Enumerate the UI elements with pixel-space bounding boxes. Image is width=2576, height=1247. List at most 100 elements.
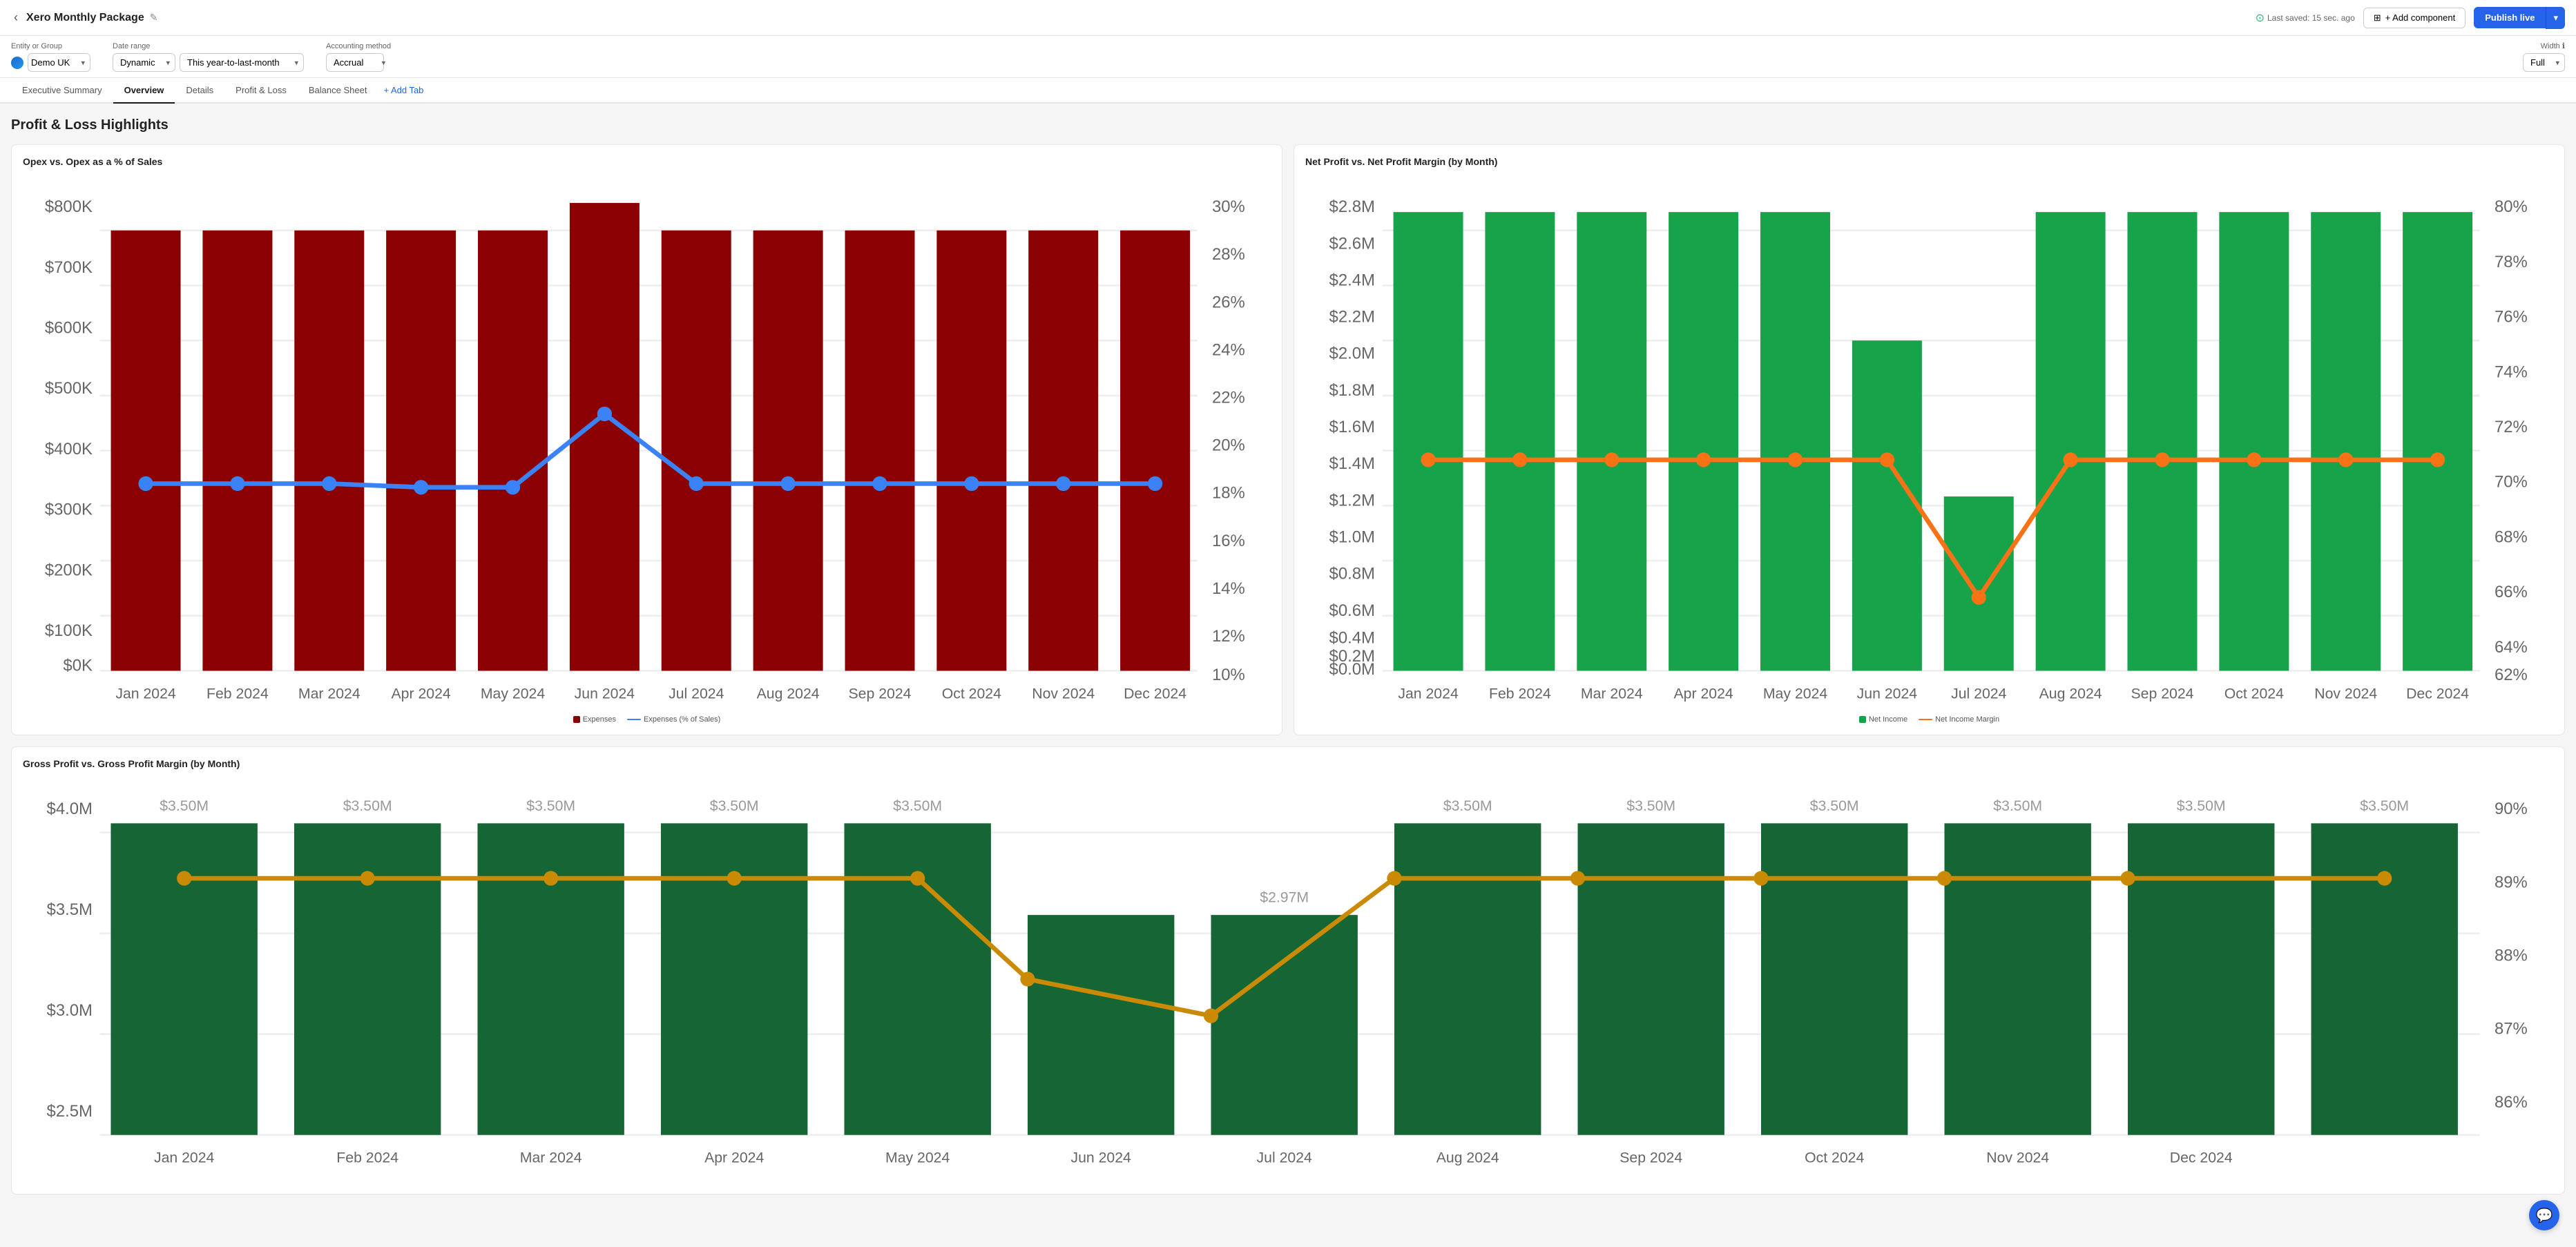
svg-text:86%: 86%	[2495, 1093, 2528, 1112]
legend-net-income: Net Income	[1859, 715, 1907, 724]
svg-text:Feb 2024: Feb 2024	[206, 685, 269, 702]
svg-text:$500K: $500K	[45, 379, 93, 398]
date-mode-wrapper: Dynamic	[113, 53, 175, 72]
svg-text:Apr 2024: Apr 2024	[392, 685, 451, 702]
date-range-filter-group: Date range Dynamic This year-to-last-mon…	[113, 42, 304, 72]
date-range-select[interactable]: This year-to-last-month	[180, 53, 304, 72]
svg-text:18%: 18%	[1212, 484, 1245, 503]
add-component-button[interactable]: ⊞ + Add component	[2363, 8, 2466, 28]
svg-text:78%: 78%	[2495, 253, 2528, 271]
app-title: Xero Monthly Package	[26, 12, 144, 24]
tabs-bar: Executive Summary Overview Details Profi…	[0, 78, 2576, 104]
svg-text:Apr 2024: Apr 2024	[704, 1149, 764, 1166]
svg-text:12%: 12%	[1212, 627, 1245, 646]
svg-text:$600K: $600K	[45, 319, 93, 338]
svg-text:$800K: $800K	[45, 197, 93, 216]
chart-opex-area: $800K $700K $600K $500K $400K $300K $200…	[23, 175, 1271, 710]
svg-text:30%: 30%	[1212, 197, 1245, 216]
legend-expenses: Expenses	[573, 715, 616, 724]
entity-label: Entity or Group	[11, 42, 90, 50]
last-saved: ⊙ Last saved: 15 sec. ago	[2256, 11, 2355, 25]
top-bar-left: ‹ Xero Monthly Package ✎	[11, 8, 157, 28]
width-label: Width ℹ	[2541, 41, 2565, 50]
chart-net-profit-title: Net Profit vs. Net Profit Margin (by Mon…	[1305, 156, 2553, 167]
svg-text:Aug 2024: Aug 2024	[1436, 1149, 1499, 1166]
svg-text:26%: 26%	[1212, 293, 1245, 311]
svg-text:$2.97M: $2.97M	[1260, 889, 1309, 905]
svg-text:Jul 2024: Jul 2024	[1951, 685, 2007, 702]
svg-text:28%: 28%	[1212, 245, 1245, 264]
accounting-select[interactable]: Accrual	[326, 53, 384, 72]
chart-net-profit-area: $2.8M $2.6M $2.4M $2.2M $2.0M $1.8M $1.6…	[1305, 175, 2553, 710]
svg-text:$0.0M: $0.0M	[1329, 660, 1375, 679]
svg-text:$3.0M: $3.0M	[47, 1001, 93, 1020]
tab-profit-loss[interactable]: Profit & Loss	[224, 78, 298, 104]
plus-icon: ⊞	[2374, 12, 2381, 23]
svg-text:May 2024: May 2024	[885, 1149, 950, 1166]
svg-text:$3.50M: $3.50M	[710, 797, 759, 813]
chart-opex-svg: $800K $700K $600K $500K $400K $300K $200…	[23, 175, 1271, 708]
svg-text:10%: 10%	[1212, 666, 1245, 684]
svg-text:$2.8M: $2.8M	[1329, 197, 1375, 216]
svg-text:Dec 2024: Dec 2024	[1124, 685, 1186, 702]
svg-text:$3.50M: $3.50M	[1993, 797, 2042, 813]
svg-text:Mar 2024: Mar 2024	[520, 1149, 582, 1166]
svg-text:Jun 2024: Jun 2024	[1070, 1149, 1131, 1166]
date-range-label: Date range	[113, 42, 304, 50]
section-title: Profit & Loss Highlights	[11, 117, 2565, 133]
back-button[interactable]: ‹	[11, 8, 21, 28]
svg-text:$100K: $100K	[45, 621, 93, 640]
svg-text:68%: 68%	[2495, 528, 2528, 546]
svg-text:14%: 14%	[1212, 579, 1245, 598]
publish-live-button[interactable]: Publish live	[2474, 7, 2546, 28]
edit-icon[interactable]: ✎	[150, 12, 158, 23]
entity-select[interactable]: Demo UK	[28, 53, 90, 72]
tab-balance-sheet[interactable]: Balance Sheet	[298, 78, 378, 104]
svg-text:Oct 2024: Oct 2024	[2224, 685, 2284, 702]
svg-text:Sep 2024: Sep 2024	[2131, 685, 2193, 702]
svg-text:$3.50M: $3.50M	[1810, 797, 1859, 813]
svg-text:May 2024: May 2024	[1763, 685, 1828, 702]
svg-text:Sep 2024: Sep 2024	[1619, 1149, 1682, 1166]
top-bar: ‹ Xero Monthly Package ✎ ⊙ Last saved: 1…	[0, 0, 2576, 36]
svg-text:$700K: $700K	[45, 258, 93, 277]
tab-details[interactable]: Details	[175, 78, 224, 104]
date-mode-select[interactable]: Dynamic	[113, 53, 175, 72]
saved-indicator-icon: ⊙	[2256, 11, 2265, 25]
accounting-label: Accounting method	[326, 42, 391, 50]
filters-bar: Entity or Group Demo UK Date range Dynam…	[0, 36, 2576, 78]
chart-gross-profit: Gross Profit vs. Gross Profit Margin (by…	[11, 746, 2565, 1195]
svg-text:Jan 2024: Jan 2024	[115, 685, 176, 702]
svg-text:62%: 62%	[2495, 666, 2528, 684]
legend-net-income-color	[1859, 716, 1866, 723]
svg-text:$2.5M: $2.5M	[47, 1102, 93, 1121]
svg-text:90%: 90%	[2495, 800, 2528, 818]
svg-text:Sep 2024: Sep 2024	[848, 685, 911, 702]
svg-text:Aug 2024: Aug 2024	[2039, 685, 2102, 702]
accounting-filter-group: Accounting method Accrual	[326, 42, 391, 72]
svg-text:May 2024: May 2024	[481, 685, 546, 702]
svg-text:Jan 2024: Jan 2024	[1398, 685, 1459, 702]
svg-text:Jul 2024: Jul 2024	[1257, 1149, 1312, 1166]
tab-executive-summary[interactable]: Executive Summary	[11, 78, 113, 104]
chart-net-profit-svg: $2.8M $2.6M $2.4M $2.2M $2.0M $1.8M $1.6…	[1305, 175, 2553, 708]
charts-top-row: Opex vs. Opex as a % of Sales $800K $700…	[11, 144, 2565, 735]
publish-dropdown-button[interactable]: ▾	[2546, 7, 2565, 29]
width-group: Width ℹ Full	[2523, 41, 2565, 72]
svg-text:$1.8M: $1.8M	[1329, 381, 1375, 400]
chat-bubble-button[interactable]: 💬	[2529, 1200, 2559, 1230]
svg-text:$1.2M: $1.2M	[1329, 491, 1375, 510]
page-content: Profit & Loss Highlights Opex vs. Opex a…	[0, 104, 2576, 1208]
svg-text:Mar 2024: Mar 2024	[298, 685, 361, 702]
width-select[interactable]: Full	[2523, 53, 2565, 72]
svg-text:89%: 89%	[2495, 873, 2528, 891]
add-tab-button[interactable]: + Add Tab	[378, 78, 429, 102]
svg-text:74%: 74%	[2495, 362, 2528, 381]
svg-text:Apr 2024: Apr 2024	[1674, 685, 1733, 702]
entity-filter-group: Entity or Group Demo UK	[11, 42, 90, 72]
svg-text:$0.6M: $0.6M	[1329, 601, 1375, 620]
tab-overview[interactable]: Overview	[113, 78, 175, 104]
svg-text:72%: 72%	[2495, 418, 2528, 436]
svg-text:$3.50M: $3.50M	[1626, 797, 1675, 813]
svg-text:76%: 76%	[2495, 308, 2528, 327]
